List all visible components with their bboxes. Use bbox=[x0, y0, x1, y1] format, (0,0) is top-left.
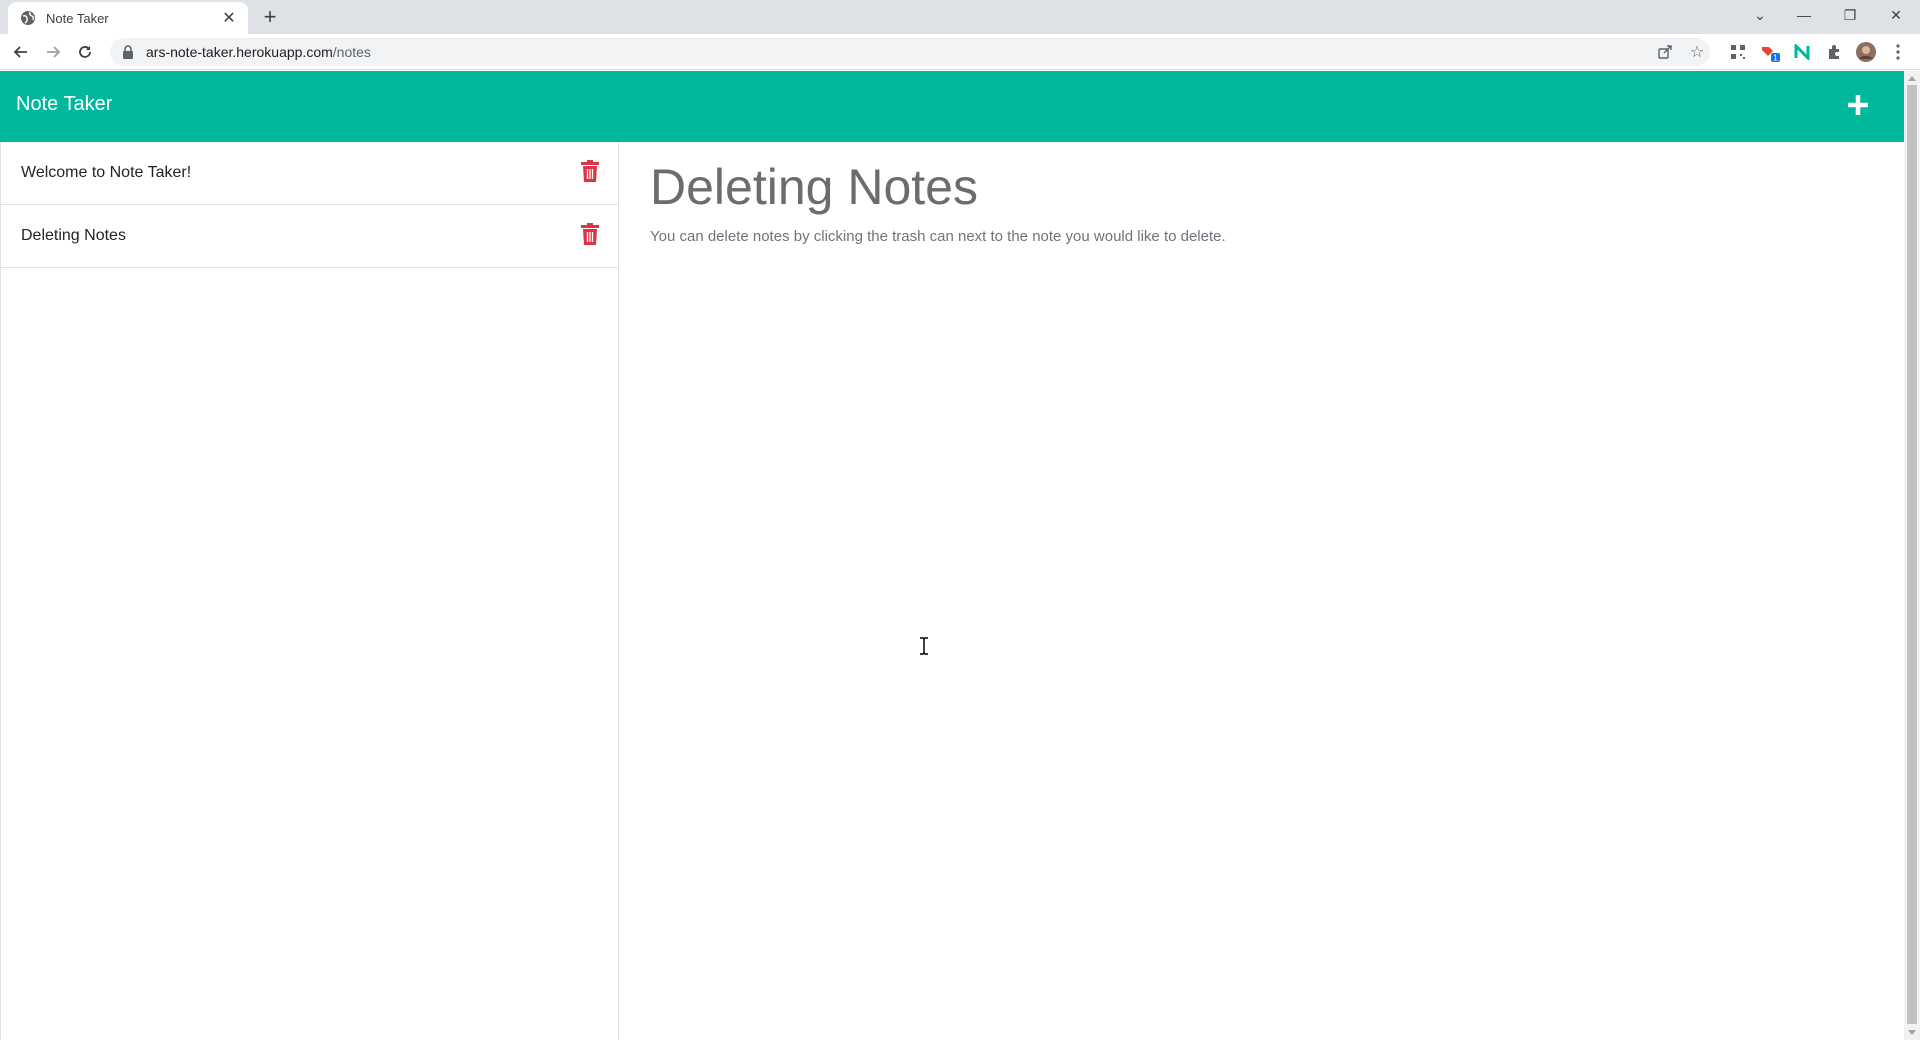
extensions-puzzle-icon[interactable] bbox=[1822, 40, 1846, 64]
new-tab-icon[interactable]: + bbox=[258, 4, 282, 29]
scrollbar[interactable] bbox=[1904, 71, 1920, 1040]
share-icon[interactable] bbox=[1652, 39, 1678, 65]
trash-icon[interactable] bbox=[580, 160, 600, 182]
scroll-up-icon[interactable] bbox=[1908, 76, 1916, 81]
profile-avatar[interactable] bbox=[1854, 40, 1878, 64]
note-editor: Deleting Notes You can delete notes by c… bbox=[650, 142, 1850, 245]
browser-tab[interactable]: Note Taker ✕ bbox=[8, 2, 248, 34]
page: Note Taker Welcome to Note Taker! Deleti… bbox=[0, 71, 1904, 1040]
note-list-item[interactable]: Welcome to Note Taker! bbox=[1, 142, 618, 205]
browser-tab-bar: Note Taker ✕ + ⌄ — ❐ ✕ bbox=[0, 0, 1920, 34]
app-navbar: Note Taker bbox=[0, 71, 1904, 142]
browser-toolbar: ars-note-taker.herokuapp.com/notes ☆ 1 bbox=[0, 34, 1920, 70]
restore-icon[interactable]: ❐ bbox=[1827, 0, 1873, 30]
reload-icon[interactable] bbox=[73, 40, 97, 64]
tab-title: Note Taker bbox=[46, 10, 109, 26]
globe-icon bbox=[20, 10, 36, 26]
extension-tag-icon[interactable]: 1 bbox=[1758, 40, 1782, 64]
address-bar[interactable]: ars-note-taker.herokuapp.com/notes bbox=[110, 38, 1710, 66]
url-path: /notes bbox=[332, 44, 371, 60]
url-host: ars-note-taker.herokuapp.com bbox=[146, 44, 333, 60]
note-list-item[interactable]: Deleting Notes bbox=[1, 205, 618, 268]
note-title[interactable]: Deleting Notes bbox=[650, 158, 1850, 216]
close-tab-icon[interactable]: ✕ bbox=[220, 9, 238, 27]
qr-code-icon[interactable] bbox=[1726, 40, 1750, 64]
forward-icon[interactable] bbox=[41, 40, 65, 64]
lock-icon bbox=[122, 45, 136, 59]
note-list-title[interactable]: Deleting Notes bbox=[21, 227, 126, 245]
bookmark-star-icon[interactable]: ☆ bbox=[1684, 39, 1710, 65]
n-extension-icon[interactable] bbox=[1790, 40, 1814, 64]
browser-menu-icon[interactable] bbox=[1886, 40, 1910, 64]
minimize-icon[interactable]: — bbox=[1781, 0, 1827, 30]
tab-search-icon[interactable]: ⌄ bbox=[1737, 0, 1783, 30]
trash-icon[interactable] bbox=[580, 223, 600, 245]
text-cursor-icon bbox=[920, 637, 928, 655]
notes-list: Welcome to Note Taker! Deleting Notes bbox=[0, 142, 619, 1040]
extension-badge: 1 bbox=[1773, 54, 1778, 63]
note-text[interactable]: You can delete notes by clicking the tra… bbox=[650, 228, 1850, 245]
app-brand[interactable]: Note Taker bbox=[16, 93, 112, 116]
new-note-plus-icon[interactable] bbox=[1842, 89, 1874, 121]
back-icon[interactable] bbox=[9, 40, 33, 64]
note-list-title[interactable]: Welcome to Note Taker! bbox=[21, 164, 191, 182]
window-close-icon[interactable]: ✕ bbox=[1873, 0, 1919, 30]
scroll-thumb[interactable] bbox=[1907, 85, 1917, 1024]
scroll-down-icon[interactable] bbox=[1908, 1030, 1916, 1035]
